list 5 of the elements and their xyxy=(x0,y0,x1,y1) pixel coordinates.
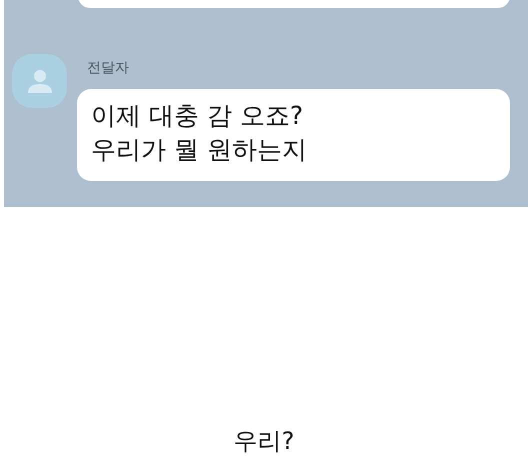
message-text: 우리가 뭘 원하는지 xyxy=(91,134,307,166)
message-text: 이제 대충 감 오죠? xyxy=(91,100,304,132)
caption-text: 우리? xyxy=(234,426,294,457)
sender-name: 전달자 xyxy=(86,59,129,77)
person-icon xyxy=(26,68,52,94)
